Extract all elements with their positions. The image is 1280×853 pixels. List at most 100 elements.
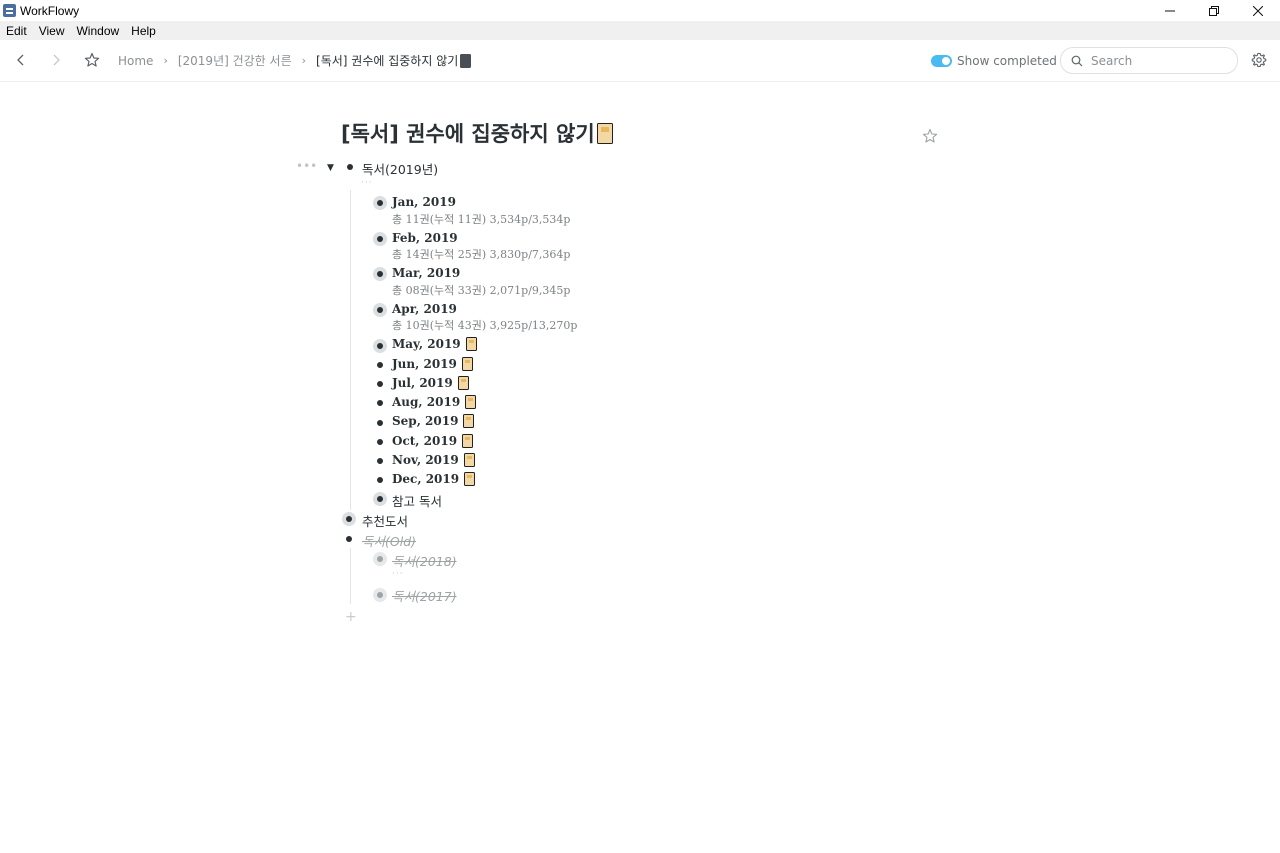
book-icon <box>457 376 469 390</box>
restore-icon <box>1209 5 1219 16</box>
list-item-old[interactable]: 독서(Old) <box>362 531 416 550</box>
list-item-text[interactable]: Sep, 2019 <box>392 414 458 428</box>
toggle-switch[interactable] <box>931 54 952 67</box>
list-item-month[interactable]: Jan, 2019 <box>392 195 456 209</box>
bullet[interactable] <box>377 362 383 368</box>
more-options-icon[interactable]: ••• <box>296 159 317 173</box>
book-icon <box>463 453 475 467</box>
toolbar: Home › [2019년] 건강한 서른 › [독서] 권수에 집중하지 않기… <box>0 40 1280 82</box>
list-item-note[interactable]: 총 14권(누적 25권) 3,830p/7,364p <box>392 246 570 262</box>
list-item-note[interactable]: 총 08권(누적 33권) 2,071p/9,345p <box>392 282 570 298</box>
restore-button[interactable] <box>1192 0 1236 21</box>
list-item-text[interactable]: Mar, 2019 <box>392 266 460 280</box>
window-titlebar: WorkFlowy <box>0 0 1280 21</box>
list-item-old-child[interactable]: 독서(2018) <box>392 551 457 570</box>
close-button[interactable] <box>1236 0 1280 21</box>
list-item-text[interactable]: Jun, 2019 <box>392 357 457 371</box>
bullet[interactable] <box>377 496 383 502</box>
bullet[interactable] <box>377 200 383 206</box>
list-item-month[interactable]: Mar, 2019 <box>392 266 460 280</box>
list-item-text[interactable]: 참고 독서 <box>392 491 442 510</box>
list-item-month[interactable]: Aug, 2019 <box>392 395 477 409</box>
chevron-right-icon <box>53 54 60 66</box>
list-item-text[interactable]: 독서(2018) <box>392 551 457 570</box>
list-item-text[interactable]: 독서(Old) <box>362 531 416 550</box>
book-icon <box>461 357 473 371</box>
chevron-left-icon <box>17 54 24 66</box>
bullet[interactable] <box>377 271 383 277</box>
list-item-month[interactable]: Nov, 2019 <box>392 453 475 467</box>
search-box[interactable] <box>1060 47 1238 74</box>
list-item-month[interactable]: May, 2019 <box>392 337 477 351</box>
menu-edit[interactable]: Edit <box>0 24 33 38</box>
list-item-text[interactable]: Oct, 2019 <box>392 434 457 448</box>
minimize-icon <box>1165 10 1175 11</box>
list-item-text[interactable]: May, 2019 <box>392 337 461 351</box>
page-title[interactable]: [독서] 권수에 집중하지 않기 <box>341 118 613 148</box>
menu-view[interactable]: View <box>33 24 71 38</box>
list-item-month[interactable]: Dec, 2019 <box>392 472 476 486</box>
expand-arrow-icon[interactable]: ▼ <box>327 163 334 173</box>
list-item-recommended[interactable]: 추천도서 <box>362 511 408 530</box>
list-item-month[interactable]: Apr, 2019 <box>392 302 457 316</box>
gear-icon <box>1251 52 1267 68</box>
bullet[interactable] <box>377 236 383 242</box>
bullet[interactable] <box>377 477 383 483</box>
list-item-note[interactable]: 총 11권(누적 11권) 3,534p/3,534p <box>392 211 570 227</box>
menu-help[interactable]: Help <box>125 24 162 38</box>
list-item-old-child[interactable]: 독서(2017) <box>392 586 457 605</box>
bullet[interactable] <box>346 536 352 542</box>
list-item-text[interactable]: Feb, 2019 <box>392 231 458 245</box>
forward-button[interactable] <box>46 50 66 70</box>
bullet[interactable] <box>377 458 383 464</box>
list-item-text[interactable]: Aug, 2019 <box>392 395 460 409</box>
list-item-month[interactable]: Jun, 2019 <box>392 357 473 371</box>
indent-guide <box>350 548 351 604</box>
breadcrumb-home[interactable]: Home <box>118 54 153 68</box>
bullet[interactable] <box>377 343 383 349</box>
settings-button[interactable] <box>1251 52 1267 68</box>
breadcrumb-parent[interactable]: [2019년] 건강한 서른 <box>178 52 292 69</box>
list-item-text[interactable]: Jan, 2019 <box>392 195 456 209</box>
search-input[interactable] <box>1089 52 1233 69</box>
page-title-text[interactable]: [독서] 권수에 집중하지 않기 <box>341 122 595 146</box>
book-icon <box>465 395 477 409</box>
chevron-right-icon: › <box>163 54 168 67</box>
back-button[interactable] <box>11 50 31 70</box>
list-item-note[interactable]: 총 10권(누적 43권) 3,925p/13,270p <box>392 317 577 333</box>
star-button[interactable] <box>82 50 102 70</box>
minimize-button[interactable] <box>1148 0 1192 21</box>
list-item-month[interactable]: Jul, 2019 <box>392 376 469 390</box>
list-item-text[interactable]: Jul, 2019 <box>392 376 453 390</box>
list-item-text[interactable]: Apr, 2019 <box>392 302 457 316</box>
bullet[interactable] <box>347 164 353 170</box>
bullet[interactable] <box>346 516 352 522</box>
bullet[interactable] <box>377 381 383 387</box>
list-item-text[interactable]: 독서(2019년) <box>362 159 438 178</box>
list-item-text[interactable]: 독서(2017) <box>392 586 457 605</box>
bullet[interactable] <box>377 556 383 562</box>
note-ellipsis[interactable]: ··· <box>392 569 404 579</box>
bullet[interactable] <box>377 439 383 445</box>
list-item-month[interactable]: Feb, 2019 <box>392 231 458 245</box>
favorite-star-button[interactable] <box>922 128 938 144</box>
chevron-right-icon: › <box>301 54 307 67</box>
bullet[interactable] <box>377 592 383 598</box>
star-icon <box>922 128 938 143</box>
menu-window[interactable]: Window <box>70 24 125 38</box>
window-controls <box>1148 0 1280 21</box>
book-icon <box>464 472 476 486</box>
add-item-plus-icon[interactable]: + <box>345 609 357 625</box>
note-ellipsis[interactable]: ··· <box>361 178 373 188</box>
list-item-reference[interactable]: 참고 독서 <box>392 491 442 510</box>
list-item-text[interactable]: Dec, 2019 <box>392 472 459 486</box>
list-item-text[interactable]: 추천도서 <box>362 511 408 530</box>
bullet[interactable] <box>377 307 383 313</box>
show-completed-toggle[interactable]: Show completed <box>931 40 1057 81</box>
list-item-month[interactable]: Sep, 2019 <box>392 414 475 428</box>
list-item-month[interactable]: Oct, 2019 <box>392 434 474 448</box>
bullet[interactable] <box>377 400 383 406</box>
list-item-text[interactable]: Nov, 2019 <box>392 453 459 467</box>
bullet[interactable] <box>377 420 383 426</box>
list-item-root[interactable]: 독서(2019년) <box>362 159 438 178</box>
